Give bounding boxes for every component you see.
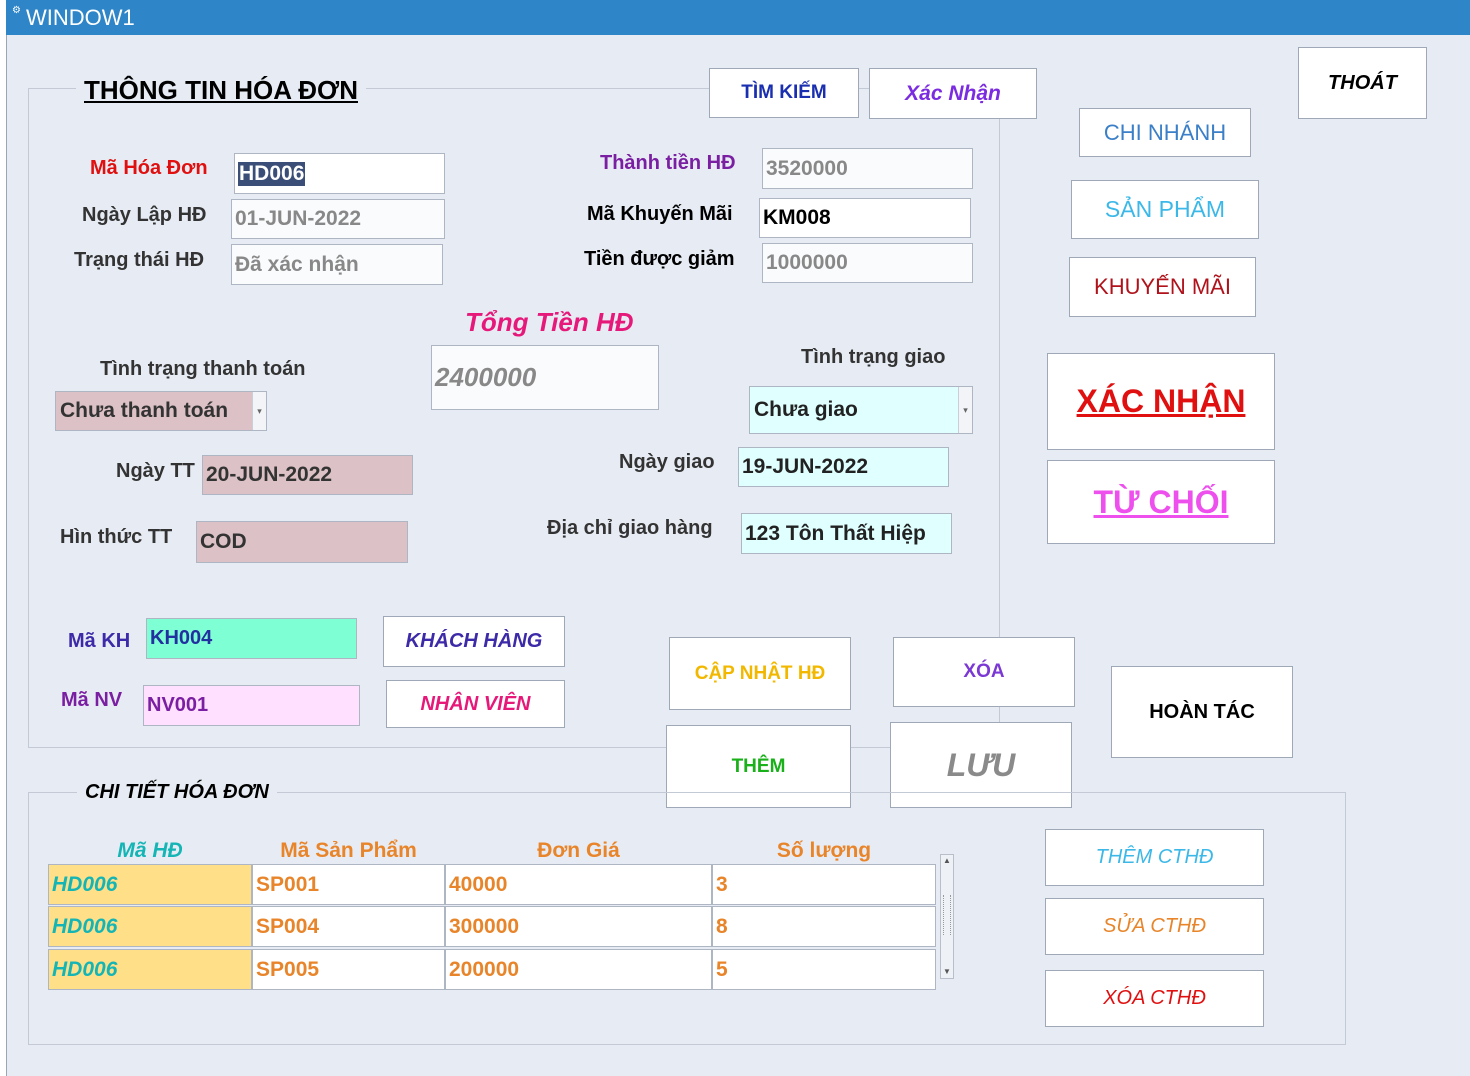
table-cell[interactable]: SP005 — [252, 949, 445, 990]
sua-cthd-button[interactable]: SỬA CTHĐ — [1045, 898, 1264, 955]
chevron-down-icon[interactable]: ▾ — [252, 392, 266, 430]
thanh-tien-label: Thành tiền HĐ — [600, 152, 736, 174]
ngay-giao-label: Ngày giao — [619, 451, 715, 473]
table-cell[interactable]: 8 — [712, 906, 936, 947]
scroll-up-icon[interactable]: ▲ — [941, 855, 953, 867]
tinh-trang-tt-label: Tình trạng thanh toán — [100, 358, 306, 380]
tinh-trang-giao-select[interactable]: Chưa giao ▾ — [749, 386, 973, 434]
trang-thai-field[interactable]: Đã xác nhận — [231, 244, 443, 285]
dia-chi-field[interactable]: 123 Tôn Thất Hiệp — [741, 513, 952, 554]
trang-thai-label: Trạng thái HĐ — [74, 249, 205, 271]
details-scrollbar[interactable]: ▲ ▼ — [940, 854, 954, 979]
chevron-down-icon[interactable]: ▾ — [958, 387, 972, 433]
ma-hoa-don-value: HD006 — [238, 161, 306, 186]
hinh-thuc-tt-label: Hìn thức TT — [60, 526, 173, 548]
window-title: WINDOW1 — [26, 5, 135, 30]
tinh-trang-giao-value: Chưa giao — [754, 398, 858, 421]
ma-nv-field[interactable]: NV001 — [143, 685, 360, 726]
invoice-details-title: CHI TIẾT HÓA ĐƠN — [77, 780, 277, 804]
tinh-trang-tt-select[interactable]: Chưa thanh toán ▾ — [55, 391, 267, 431]
ngay-lap-label: Ngày Lập HĐ — [82, 204, 207, 226]
scroll-thumb[interactable] — [943, 895, 951, 935]
ma-kh-field[interactable]: KH004 — [146, 618, 357, 659]
xac-nhan-small-button[interactable]: Xác Nhận — [869, 68, 1037, 119]
chi-nhanh-button[interactable]: CHI NHÁNH — [1079, 108, 1251, 157]
table-cell[interactable]: 200000 — [445, 949, 712, 990]
khuyen-mai-button[interactable]: KHUYẾN MÃI — [1069, 257, 1256, 317]
table-cell[interactable]: HD006 — [48, 949, 252, 990]
col-header-don-gia: Đơn Giá — [537, 839, 620, 862]
app-icon[interactable]: ⚙ — [12, 6, 22, 16]
thoat-button[interactable]: THOÁT — [1298, 47, 1427, 119]
ma-kh-label: Mã KH — [68, 630, 131, 652]
nhan-vien-button[interactable]: NHÂN VIÊN — [386, 680, 565, 728]
tinh-trang-giao-label: Tình trạng giao — [801, 346, 946, 368]
xoa-cthd-button[interactable]: XÓA CTHĐ — [1045, 970, 1264, 1027]
dia-chi-label: Địa chỉ giao hàng — [547, 517, 713, 539]
ma-khuyen-mai-field[interactable]: KM008 — [759, 198, 971, 238]
ngay-tt-label: Ngày TT — [116, 460, 195, 482]
them-cthd-button[interactable]: THÊM CTHĐ — [1045, 829, 1264, 886]
table-cell[interactable]: 40000 — [445, 864, 712, 905]
col-header-ma-hd: Mã HĐ — [117, 839, 183, 862]
invoice-info-title: THÔNG TIN HÓA ĐƠN — [76, 74, 366, 106]
tien-giam-label: Tiền được giảm — [584, 248, 735, 270]
xoa-button[interactable]: XÓA — [893, 637, 1075, 707]
tim-kiem-button[interactable]: TÌM KIẾM — [709, 68, 859, 118]
table-cell[interactable]: HD006 — [48, 906, 252, 947]
cap-nhat-button[interactable]: CẬP NHẬT HĐ — [669, 637, 851, 710]
table-cell[interactable]: 3 — [712, 864, 936, 905]
table-cell[interactable]: SP001 — [252, 864, 445, 905]
xac-nhan-button[interactable]: XÁC NHẬN — [1047, 353, 1275, 450]
san-pham-button[interactable]: SẢN PHẨM — [1071, 180, 1259, 239]
ngay-giao-field[interactable]: 19-JUN-2022 — [738, 447, 949, 487]
title-bar: ⚙ WINDOW1 — [6, 0, 1470, 35]
tong-tien-field[interactable]: 2400000 — [431, 345, 659, 410]
scroll-down-icon[interactable]: ▼ — [941, 966, 953, 978]
tinh-trang-tt-value: Chưa thanh toán — [60, 399, 229, 422]
ma-hoa-don-field[interactable]: HD006 — [234, 153, 445, 194]
ma-khuyen-mai-label: Mã Khuyến Mãi — [587, 203, 733, 225]
hinh-thuc-tt-field[interactable]: COD — [196, 521, 408, 563]
table-cell[interactable]: SP004 — [252, 906, 445, 947]
col-header-so-luong: Số lượng — [776, 839, 872, 862]
ngay-lap-field[interactable]: 01-JUN-2022 — [231, 199, 445, 239]
tien-giam-field[interactable]: 1000000 — [762, 243, 973, 283]
col-header-ma-sp: Mã Sản Phẩm — [280, 839, 417, 862]
ma-nv-label: Mã NV — [61, 689, 123, 711]
tong-tien-label: Tổng Tiền HĐ — [465, 307, 634, 337]
hoan-tac-button[interactable]: HOÀN TÁC — [1111, 666, 1293, 758]
table-cell[interactable]: 300000 — [445, 906, 712, 947]
ma-hoa-don-label: Mã Hóa Đơn — [90, 157, 208, 179]
thanh-tien-field[interactable]: 3520000 — [762, 148, 973, 189]
table-cell[interactable]: 5 — [712, 949, 936, 990]
khach-hang-button[interactable]: KHÁCH HÀNG — [383, 616, 565, 667]
table-cell[interactable]: HD006 — [48, 864, 252, 905]
ngay-tt-field[interactable]: 20-JUN-2022 — [202, 455, 413, 495]
tu-choi-button[interactable]: TỪ CHỐI — [1047, 460, 1275, 544]
